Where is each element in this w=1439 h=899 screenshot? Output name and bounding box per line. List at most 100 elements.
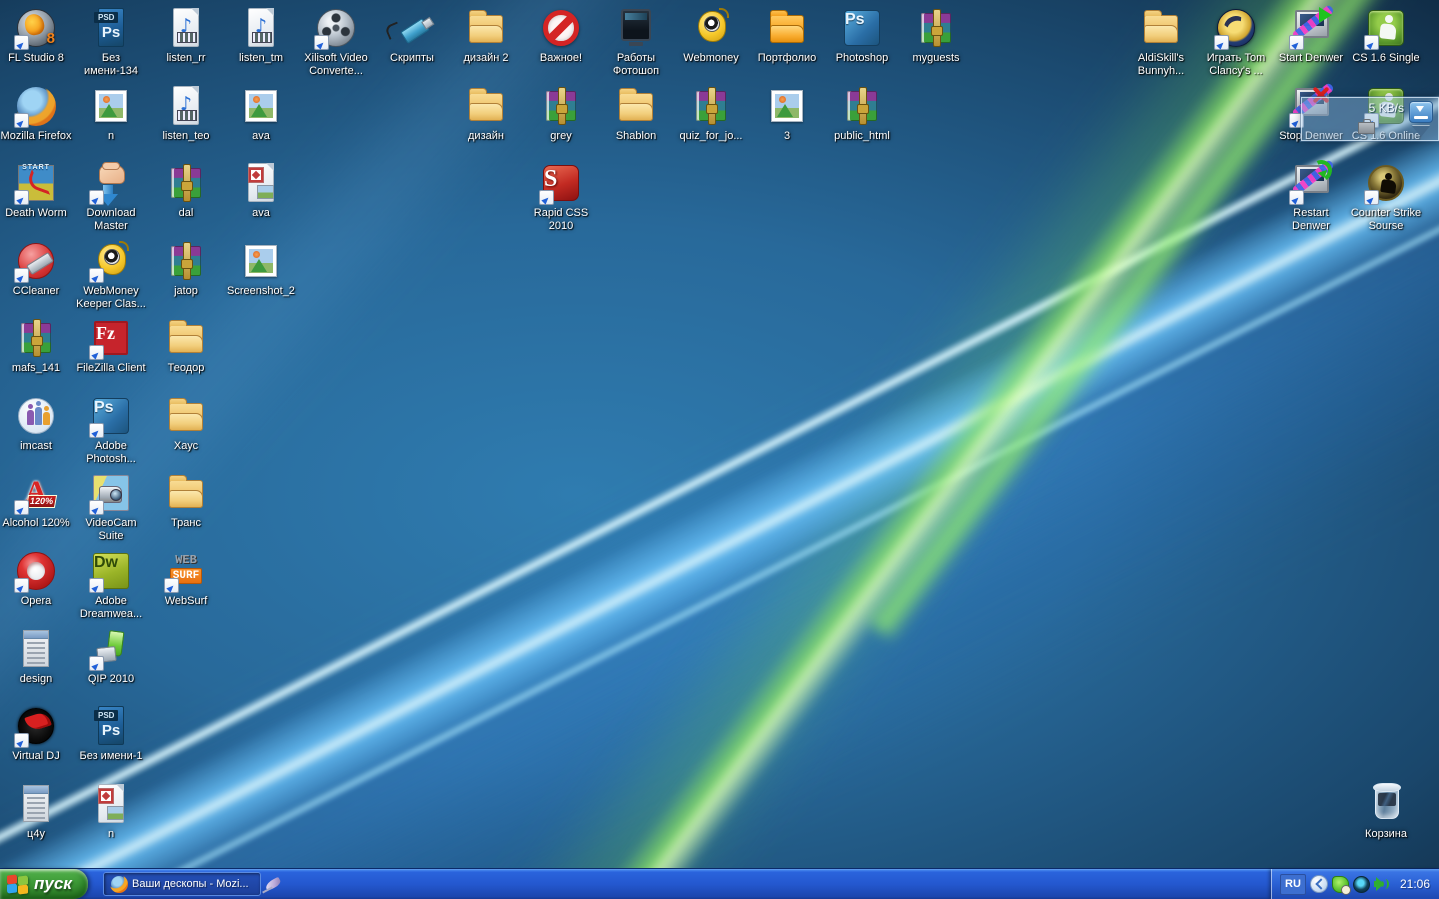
icon-label: FileZilla Client bbox=[76, 362, 145, 375]
icon-label: Webmoney bbox=[683, 52, 738, 65]
start-button[interactable]: пуск bbox=[0, 869, 88, 899]
desktop-icon-n-image[interactable]: n bbox=[68, 84, 154, 143]
desktop-icon-portfolio[interactable]: Портфолио bbox=[744, 6, 830, 65]
desktop-icon-rapid-css-2010[interactable]: SRapid CSS 2010 bbox=[518, 161, 604, 233]
language-indicator[interactable]: RU bbox=[1280, 874, 1306, 895]
shortcut-arrow-icon bbox=[14, 500, 29, 515]
desktop-icon-qip-2010[interactable]: QIP 2010 bbox=[68, 627, 154, 686]
desktop-icon-vazhnoe[interactable]: Важное! bbox=[518, 6, 604, 65]
shortcut-arrow-icon bbox=[89, 500, 104, 515]
desktop-icon-cs-16-single[interactable]: CS 1.6 Single bbox=[1343, 6, 1429, 65]
taskbar-task-firefox[interactable]: Ваши дескопы - Mozi... bbox=[103, 872, 261, 896]
textdoc-icon bbox=[14, 782, 58, 826]
desktop-icon-listen-tm[interactable]: ♪listen_tm bbox=[218, 6, 304, 65]
desktop-icon-videocam-suite[interactable]: VideoCam Suite bbox=[68, 471, 154, 543]
desktop-icon-jatop[interactable]: jatop bbox=[143, 239, 229, 298]
desktop-icon-teodor[interactable]: Теодор bbox=[143, 316, 229, 375]
download-drop-button[interactable] bbox=[1409, 101, 1433, 123]
alcohol-icon: A120% bbox=[14, 471, 58, 515]
icon-label: дизайн 2 bbox=[463, 52, 508, 65]
icon-label: Opera bbox=[21, 595, 52, 608]
desktop-icon-bez-imeni-1[interactable]: PsPSDБез имени-1 bbox=[68, 704, 154, 763]
recycle-icon bbox=[1364, 782, 1408, 826]
icon-label: Транс bbox=[171, 517, 201, 530]
desktop-icon-raboty-fotoshop[interactable]: Работы Фотошоп bbox=[593, 6, 679, 78]
icon-label: ц4у bbox=[27, 828, 45, 841]
opera-icon bbox=[14, 549, 58, 593]
icon-label: Mozilla Firefox bbox=[1, 130, 72, 143]
desktop-icon-start-denwer[interactable]: Start Denwer bbox=[1268, 6, 1354, 65]
dropdown-arrow-icon[interactable] bbox=[1412, 126, 1430, 137]
shortcut-arrow-icon bbox=[314, 35, 329, 50]
desktop-icon-haus[interactable]: Хаус bbox=[143, 394, 229, 453]
volume-icon[interactable] bbox=[1374, 876, 1393, 892]
desktop-icon-bez-imeni-134[interactable]: PsPSDБез имени-134 bbox=[68, 6, 154, 78]
desktop-icon-listen-rr[interactable]: ♪listen_rr bbox=[143, 6, 229, 65]
tomclancy-icon bbox=[1214, 6, 1258, 50]
desktop-icon-ava-2[interactable]: ava bbox=[218, 161, 304, 220]
desktop-icon-websurf[interactable]: WEBSURFWebSurf bbox=[143, 549, 229, 608]
desktop-icon-n-2[interactable]: n bbox=[68, 782, 154, 841]
psd-icon: PsPSD bbox=[89, 6, 133, 50]
desktop-icon-dizain-2[interactable]: дизайн 2 bbox=[443, 6, 529, 65]
desktop-icon-trans[interactable]: Транс bbox=[143, 471, 229, 530]
desktop-icon-counter-strike-sourse[interactable]: Counter Strike Sourse bbox=[1343, 161, 1429, 233]
webmoney-tray-icon[interactable] bbox=[1353, 876, 1370, 893]
system-tray: RU 21:06 bbox=[1271, 869, 1439, 899]
desktop-icon-quiz-for-jo[interactable]: quiz_for_jo... bbox=[668, 84, 754, 143]
desktop-icon-igrat-tom-clancys[interactable]: Играть Tom Clancy's ... bbox=[1193, 6, 1279, 78]
desktop-icon-three[interactable]: 3 bbox=[744, 84, 830, 143]
shortcut-arrow-icon bbox=[1214, 35, 1229, 50]
psapp-icon: Ps bbox=[840, 6, 884, 50]
folderorange-icon bbox=[765, 6, 809, 50]
icon-label: ava bbox=[252, 130, 270, 143]
imagepage-icon bbox=[89, 782, 133, 826]
desktop-icon-dizain[interactable]: дизайн bbox=[443, 84, 529, 143]
desktop-icon-grey[interactable]: grey bbox=[518, 84, 604, 143]
desktop-icon-public-html[interactable]: public_html bbox=[819, 84, 905, 143]
scheduler-tray-icon[interactable] bbox=[1332, 876, 1349, 893]
desktop-icon-filezilla-client[interactable]: FzFileZilla Client bbox=[68, 316, 154, 375]
icon-label: n bbox=[108, 130, 114, 143]
desktop-icon-listen-teo[interactable]: ♪listen_teo bbox=[143, 84, 229, 143]
desktop-icon-korzina[interactable]: Корзина bbox=[1343, 782, 1429, 841]
desktop-icon-myguests[interactable]: myguests bbox=[893, 6, 979, 65]
icon-label: mafs_141 bbox=[12, 362, 60, 375]
icon-label: Photoshop bbox=[836, 52, 889, 65]
image-icon bbox=[765, 84, 809, 128]
deathworm-icon: START bbox=[14, 161, 58, 205]
desktop-icon-ava[interactable]: ava bbox=[218, 84, 304, 143]
dw-icon: Dw bbox=[89, 549, 133, 593]
download-master-bar[interactable]: 5 KB/s bbox=[1301, 97, 1439, 141]
quill-icon[interactable] bbox=[262, 876, 284, 894]
noentry-icon bbox=[539, 6, 583, 50]
desktop-icon-webmoney-keeper[interactable]: WebMoney Keeper Clas... bbox=[68, 239, 154, 311]
desktop-icon-screenshot-2[interactable]: Screenshot_2 bbox=[218, 239, 304, 298]
desktop-icon-aldiskills-bunnyh[interactable]: AldiSkill's Bunnyh... bbox=[1118, 6, 1204, 78]
icon-label: CS 1.6 Single bbox=[1352, 52, 1419, 65]
shortcut-arrow-icon bbox=[89, 190, 104, 205]
icon-label: n bbox=[108, 828, 114, 841]
qip-icon bbox=[89, 627, 133, 671]
icon-label: Без имени-134 bbox=[84, 52, 138, 78]
desktop-icon-download-master[interactable]: Download Master bbox=[68, 161, 154, 233]
icon-label: listen_teo bbox=[162, 130, 209, 143]
desktop-icon-adobe-photoshop[interactable]: PsAdobe Photosh... bbox=[68, 394, 154, 466]
desktop-icon-adobe-dreamweaver[interactable]: DwAdobe Dreamwea... bbox=[68, 549, 154, 621]
folder-icon bbox=[1139, 6, 1183, 50]
icon-label: 3 bbox=[784, 130, 790, 143]
tray-clock[interactable]: 21:06 bbox=[1400, 877, 1430, 891]
shortcut-arrow-icon bbox=[1364, 190, 1379, 205]
desktop-icon-restart-denwer[interactable]: Restart Denwer bbox=[1268, 161, 1354, 233]
cssrc-icon bbox=[1364, 161, 1408, 205]
icon-label: jatop bbox=[174, 285, 198, 298]
desktop-icon-xilisoft-video-converter[interactable]: Xilisoft Video Converte... bbox=[293, 6, 379, 78]
desktop-icon-dal[interactable]: dal bbox=[143, 161, 229, 220]
shortcut-arrow-icon bbox=[14, 190, 29, 205]
briefcase-icon bbox=[1358, 122, 1375, 134]
desktop-icon-shablon[interactable]: Shablon bbox=[593, 84, 679, 143]
hide-tray-icons-chevron[interactable] bbox=[1310, 875, 1328, 893]
desktop-icon-webmoney[interactable]: Webmoney bbox=[668, 6, 754, 65]
icon-label: Shablon bbox=[616, 130, 656, 143]
icon-label: listen_tm bbox=[239, 52, 283, 65]
